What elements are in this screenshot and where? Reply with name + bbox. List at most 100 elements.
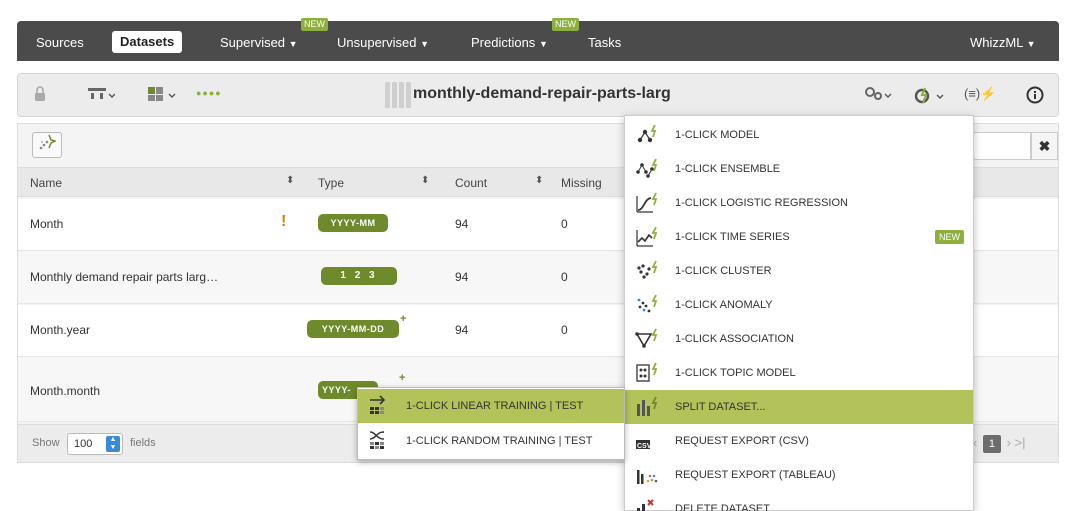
- submenu-item-label: 1-CLICK LINEAR TRAINING | TEST: [406, 400, 584, 412]
- menu-item-1-click-anomaly[interactable]: 1-CLICK ANOMALY: [625, 288, 973, 322]
- menu-item-1-click-association[interactable]: 1-CLICK ASSOCIATION: [625, 322, 973, 356]
- type-badge: YYYY-MM: [318, 214, 388, 232]
- type-badge: 1 2 3: [321, 267, 397, 285]
- close-icon: ✖: [1038, 138, 1051, 154]
- menu-item-label: 1-CLICK ENSEMBLE: [675, 163, 781, 175]
- field-missing: 0: [561, 217, 568, 231]
- menu-item-1-click-cluster[interactable]: 1-CLICK CLUSTER: [625, 254, 973, 288]
- sort-icon[interactable]: ⬍: [535, 175, 543, 186]
- menu-item-1-click-logistic-regression[interactable]: 1-CLICK LOGISTIC REGRESSION: [625, 186, 973, 220]
- menu-item-label: 1-CLICK TOPIC MODEL: [675, 367, 796, 379]
- dataset-bars-icon: [385, 82, 411, 108]
- nav-unsupervised[interactable]: Unsupervised ▼: [337, 32, 429, 54]
- spinner-icon: ▲ ▼: [106, 436, 120, 452]
- chevron-down-icon: ▼: [1026, 39, 1036, 49]
- menu-item-1-click-model[interactable]: 1-CLICK MODEL: [625, 118, 973, 152]
- sort-icon[interactable]: ⬍: [421, 175, 429, 186]
- user-menu[interactable]: WhizzML ▼: [970, 32, 1036, 54]
- logistic-regression-icon: [635, 192, 659, 214]
- csv-export-icon: CSV: [635, 430, 659, 452]
- menu-item-label: SPLIT DATASET...: [675, 401, 766, 413]
- nav-supervised[interactable]: Supervised ▼: [220, 32, 298, 54]
- linear-split-icon: [368, 395, 390, 417]
- info-icon[interactable]: [1026, 86, 1044, 107]
- split-dataset-icon: [635, 396, 659, 418]
- delete-dataset-icon: [635, 498, 659, 511]
- show-label: Show: [32, 437, 60, 449]
- header-type[interactable]: Type: [318, 176, 344, 190]
- page-size-select[interactable]: 100 ▲ ▼: [67, 433, 123, 455]
- menu-item-request-export-tableau[interactable]: REQUEST EXPORT (TABLEAU): [625, 458, 973, 492]
- menu-item-split-dataset[interactable]: SPLIT DATASET...: [625, 390, 973, 424]
- configure-dataset-icon[interactable]: [87, 86, 116, 105]
- chevron-down-icon: ▼: [538, 39, 548, 49]
- fields-label: fields: [130, 437, 156, 449]
- nav-tasks[interactable]: Tasks: [588, 32, 621, 54]
- time-series-icon: [635, 226, 659, 248]
- warning-icon: !: [281, 213, 287, 230]
- anomaly-icon: [635, 294, 659, 316]
- more-options-dots[interactable]: ●●●●: [196, 88, 222, 98]
- submenu-item-linear-training-test[interactable]: 1-CLICK LINEAR TRAINING | TEST: [358, 389, 624, 423]
- menu-item-label: 1-CLICK LOGISTIC REGRESSION: [675, 197, 848, 209]
- nav-predictions-label: Predictions: [471, 35, 536, 50]
- clear-filter-button[interactable]: ✖: [1031, 132, 1058, 160]
- last-page-icon[interactable]: >|: [1015, 435, 1026, 450]
- lock-icon[interactable]: [34, 86, 46, 105]
- menu-item-delete-dataset[interactable]: DELETE DATASET: [625, 492, 973, 511]
- ensemble-icon: [635, 158, 659, 180]
- random-split-icon: [368, 430, 390, 452]
- new-badge: NEW: [935, 230, 964, 244]
- current-page[interactable]: 1: [982, 435, 1001, 453]
- field-missing: 0: [561, 323, 568, 337]
- menu-item-1-click-time-series[interactable]: 1-CLICK TIME SERIES NEW: [625, 220, 973, 254]
- topic-model-icon: [635, 362, 659, 384]
- nav-supervised-label: Supervised: [220, 35, 286, 50]
- gear-icon[interactable]: [863, 86, 893, 105]
- filter-input[interactable]: [973, 132, 1031, 160]
- derived-field-icon: +: [400, 313, 407, 325]
- nav-unsupervised-label: Unsupervised: [337, 35, 417, 50]
- page-size-value: 100: [74, 438, 93, 450]
- one-click-actions-icon[interactable]: [913, 86, 945, 107]
- sort-icon[interactable]: ⬍: [286, 175, 294, 186]
- menu-item-1-click-ensemble[interactable]: 1-CLICK ENSEMBLE: [625, 152, 973, 186]
- nav-datasets[interactable]: Datasets: [112, 31, 183, 53]
- menu-item-label: 1-CLICK ANOMALY: [675, 299, 773, 311]
- submenu-item-random-training-test[interactable]: 1-CLICK RANDOM TRAINING | TEST: [358, 424, 624, 458]
- new-badge: NEW: [301, 18, 328, 31]
- dataset-toolbar: ●●●● monthly-demand-repair-parts-larg (≡…: [17, 73, 1059, 117]
- field-name: Month.month: [30, 384, 101, 398]
- cluster-icon: [635, 260, 659, 282]
- menu-item-label: REQUEST EXPORT (TABLEAU): [675, 469, 836, 481]
- menu-item-request-export-csv[interactable]: CSV REQUEST EXPORT (CSV): [625, 424, 973, 458]
- menu-item-label: 1-CLICK ASSOCIATION: [675, 333, 794, 345]
- svg-text:CSV: CSV: [637, 443, 652, 450]
- new-badge: NEW: [552, 18, 579, 31]
- nav-predictions[interactable]: Predictions ▼: [471, 32, 548, 54]
- field-name: Month: [30, 217, 64, 231]
- menu-item-label: 1-CLICK CLUSTER: [675, 265, 772, 277]
- submenu-item-label: 1-CLICK RANDOM TRAINING | TEST: [406, 435, 593, 447]
- dataset-title: monthly-demand-repair-parts-larg: [413, 85, 671, 102]
- header-missing[interactable]: Missing: [561, 176, 602, 190]
- one-click-actions-menu: 1-CLICK MODEL 1-CLICK ENSEMBLE 1-CLICK L…: [624, 115, 974, 511]
- next-page-icon[interactable]: ›: [1007, 435, 1011, 450]
- menu-item-label: 1-CLICK TIME SERIES: [675, 231, 790, 243]
- pagination: ‹ 1 › >|: [973, 435, 1026, 453]
- user-menu-label: WhizzML: [970, 35, 1023, 50]
- formula-icon[interactable]: (≡)⚡: [964, 86, 996, 102]
- header-name[interactable]: Name: [30, 176, 62, 190]
- menu-item-1-click-topic-model[interactable]: 1-CLICK TOPIC MODEL: [625, 356, 973, 390]
- header-count[interactable]: Count: [455, 176, 487, 190]
- association-icon: [635, 328, 659, 350]
- top-navigation-bar: Sources Datasets Supervised ▼ NEW Unsupe…: [17, 18, 1059, 61]
- magic-wand-icon[interactable]: [32, 132, 62, 158]
- nav-sources[interactable]: Sources: [36, 32, 84, 54]
- tableau-export-icon: [635, 464, 659, 486]
- chevron-down-icon: ▼: [420, 39, 430, 49]
- field-count: 94: [455, 270, 469, 284]
- model-icon: [635, 124, 659, 146]
- new-dataset-icon[interactable]: [147, 86, 177, 105]
- chevron-down-icon: ▼: [288, 39, 298, 49]
